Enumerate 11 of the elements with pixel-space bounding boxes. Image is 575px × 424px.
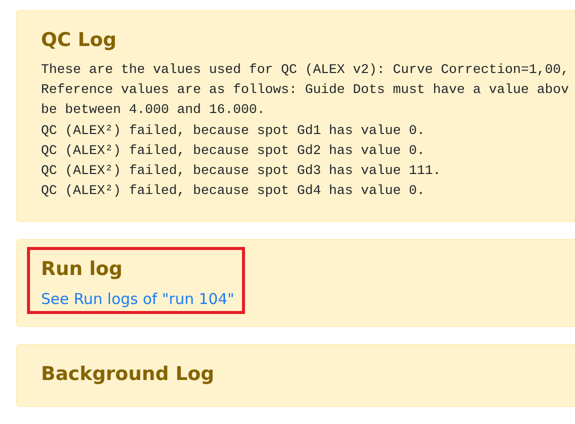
log-line: QC (ALEX²) failed, because spot Gd1 has value 0. [41,122,426,141]
log-line: be between 4.000 and 16.000. [41,102,266,120]
log-line: QC (ALEX²) failed, because spot Gd2 has value 0. [41,142,426,161]
log-line: Reference values are as follows: Guide Dots must have a value abov [41,82,569,100]
run-logs-link[interactable]: See Run logs of "run 104" [41,290,234,308]
log-line: These are the values used for QC (ALEX v2): Curve Correction=1,00, [41,62,569,80]
panel-title: Background Log [41,362,214,388]
log-line: QC (ALEX²) failed, because spot Gd3 has value 111. [41,163,442,182]
log-line: QC (ALEX²) failed, because spot Gd4 has value 0. [41,183,426,202]
panel-title: Run log [41,257,124,282]
panel-title: QC Log [41,28,118,53]
